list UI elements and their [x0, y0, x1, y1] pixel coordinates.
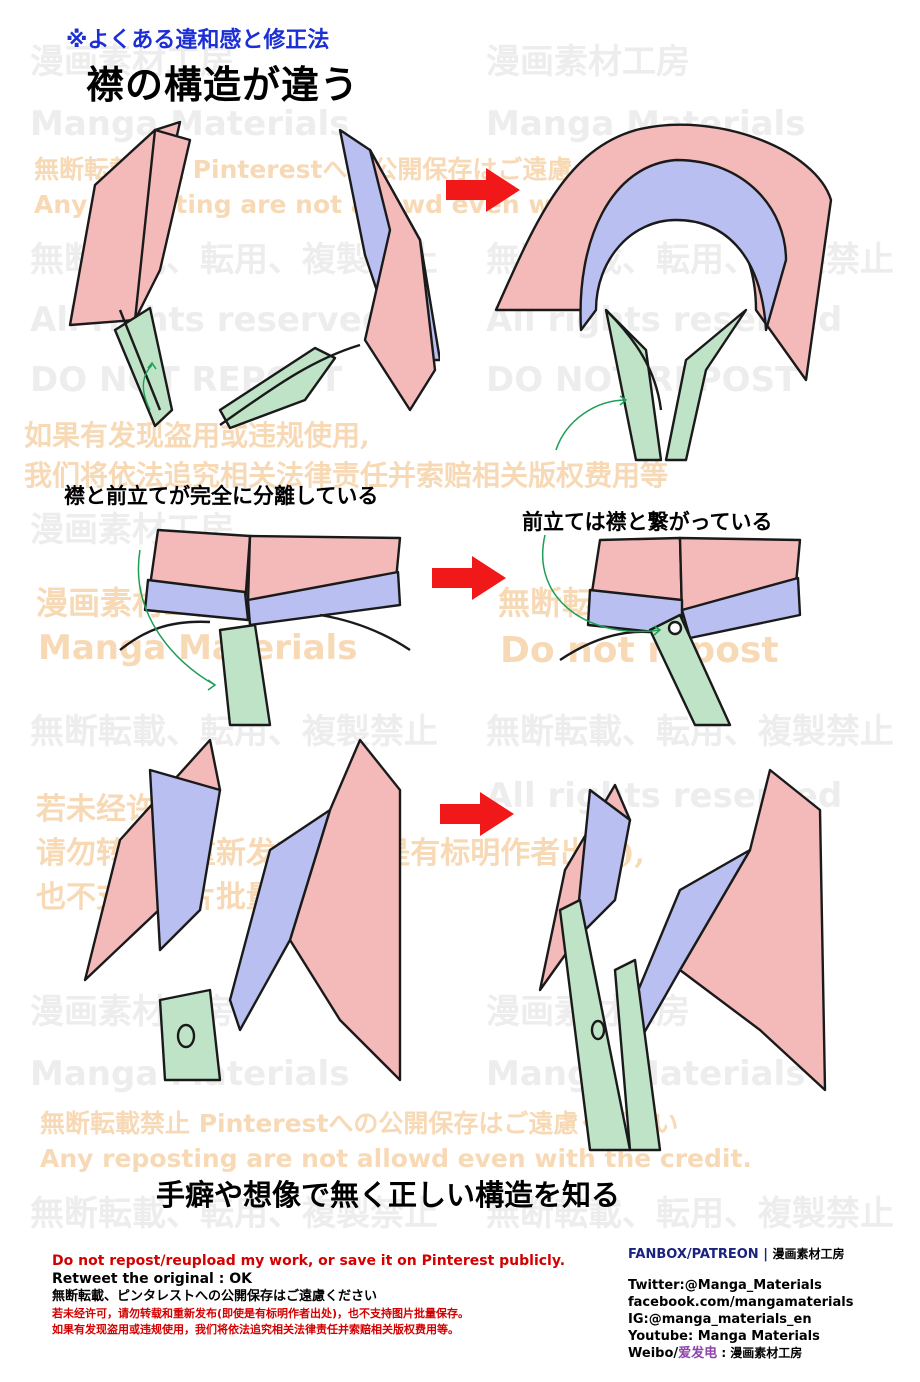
right-placket — [218, 346, 337, 430]
footer-fanbox-line: FANBOX/PATREON | 漫画素材工房 — [628, 1244, 853, 1265]
separator: | — [758, 1247, 773, 1262]
band-left — [148, 768, 222, 952]
weibo-line[interactable]: Weibo/爱发电 : 漫画素材工房 — [628, 1345, 853, 1362]
weibo-suffix: : 漫画素材工房 — [717, 1346, 803, 1360]
page-title: 襟の構造が違う — [86, 63, 360, 107]
footer-notice-jp: 無断転載、ピンタレストへの公開保存はご遠慮ください — [52, 1289, 378, 1304]
placket-left — [604, 308, 663, 462]
caption-conclusion: 手癖や想像で無く正しい構造を知る — [156, 1178, 621, 1212]
button-icon — [667, 620, 683, 636]
twitter-link[interactable]: Twitter:@Manga_Materials — [628, 1277, 853, 1294]
collar-correct-band-illustration — [542, 534, 802, 727]
subtitle: ※よくある違和感と修正法 — [66, 28, 330, 53]
footer-retweet-ok: Retweet the original : OK — [52, 1271, 252, 1287]
footer-notice-cn2: 如果有发现盗用或违规使用，我们将依法追究相关法律责任并索赔相关版权费用等。 — [52, 1323, 459, 1336]
fanbox-patreon-link[interactable]: FANBOX/PATREON — [628, 1247, 759, 1262]
studio-name: 漫画素材工房 — [772, 1247, 845, 1261]
watermark-studio: 漫画素材工房 — [486, 42, 690, 82]
arrow-right-icon — [432, 556, 506, 600]
placket — [158, 988, 222, 1082]
collar-correct-front-illustration — [494, 123, 833, 462]
placket-right — [664, 308, 748, 462]
collar-correct-side-illustration — [538, 768, 827, 1152]
facebook-link[interactable]: facebook.com/mangamaterials — [628, 1294, 853, 1311]
pointer-arrow-head — [207, 679, 217, 691]
collar-wrong-front-illustration — [68, 120, 440, 430]
instagram-link[interactable]: IG:@manga_materials_en — [628, 1311, 853, 1328]
footer-right: FANBOX/PATREON | 漫画素材工房 Twitter:@Manga_M… — [628, 1244, 853, 1362]
footer-left: Do not repost/reupload my work, or save … — [52, 1252, 565, 1338]
arrow-right-icon — [440, 792, 514, 836]
collar-right — [288, 738, 402, 1082]
caption-separated: 襟と前立てが完全に分離している — [64, 484, 379, 508]
aifadian-label: 爱发电 — [678, 1346, 718, 1361]
footer-notice-cn1: 若未经许可，请勿转载和重新发布(即使是有标明作者出处)，也不支持图片批量保存。 — [52, 1307, 470, 1320]
footer-notice-en: Do not repost/reupload my work, or save … — [52, 1253, 566, 1269]
weibo-prefix: Weibo/ — [628, 1346, 679, 1361]
collar-wrong-band-illustration — [119, 528, 411, 727]
placket — [218, 623, 272, 727]
youtube-link[interactable]: Youtube: Manga Materials — [628, 1328, 853, 1345]
pointer-arrow-line — [555, 399, 627, 451]
collar-wrong-side-illustration — [83, 738, 402, 1082]
